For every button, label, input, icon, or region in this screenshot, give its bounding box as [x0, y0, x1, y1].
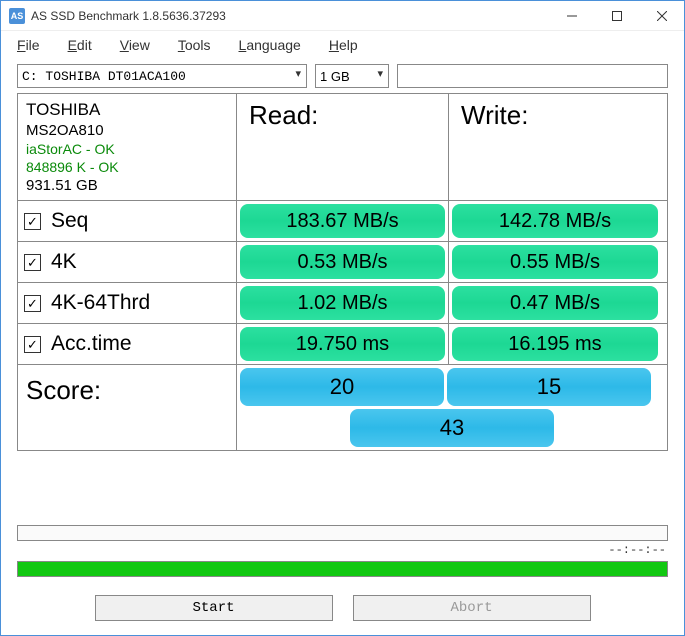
menu-file[interactable]: File — [17, 37, 40, 53]
row-4k64: ✓ 4K-64Thrd 1.02 MB/s 0.47 MB/s — [18, 283, 667, 324]
acc-read-value: 19.750 ms — [240, 327, 445, 361]
search-input[interactable] — [397, 64, 668, 88]
alignment-status: 848896 K - OK — [26, 159, 119, 175]
controls-row: C: TOSHIBA DT01ACA100 1 GB — [1, 59, 684, 93]
row-seq: ✓ Seq 183.67 MB/s 142.78 MB/s — [18, 201, 667, 242]
button-row: Start Abort — [1, 577, 684, 635]
4k-label: 4K — [51, 250, 77, 274]
device-model: MS2OA810 — [26, 122, 104, 139]
acc-checkbox[interactable]: ✓ — [24, 336, 41, 353]
overall-progress-bar — [17, 561, 668, 577]
seq-checkbox[interactable]: ✓ — [24, 213, 41, 230]
menu-view[interactable]: View — [120, 37, 150, 53]
seq-read-value: 183.67 MB/s — [240, 204, 445, 238]
titlebar[interactable]: AS AS SSD Benchmark 1.8.5636.37293 — [1, 1, 684, 31]
menu-language[interactable]: Language — [239, 37, 301, 53]
device-name: TOSHIBA — [26, 100, 100, 120]
menubar: File Edit View Tools Language Help — [1, 31, 684, 59]
progress-bar — [17, 525, 668, 541]
test-size-select[interactable]: 1 GB — [315, 64, 389, 88]
acc-write-value: 16.195 ms — [452, 327, 658, 361]
row-score: Score: 20 15 43 — [18, 365, 667, 450]
4k64-write-value: 0.47 MB/s — [452, 286, 658, 320]
4k64-label: 4K-64Thrd — [51, 291, 150, 315]
results-grid: TOSHIBA MS2OA810 iaStorAC - OK 848896 K … — [17, 93, 668, 451]
app-icon: AS — [9, 8, 25, 24]
score-write: 15 — [447, 368, 651, 406]
4k64-checkbox[interactable]: ✓ — [24, 295, 41, 312]
score-label: Score: — [18, 365, 237, 450]
row-acc: ✓ Acc.time 19.750 ms 16.195 ms — [18, 324, 667, 365]
close-button[interactable] — [639, 1, 684, 31]
abort-button: Abort — [353, 595, 591, 621]
driver-status: iaStorAC - OK — [26, 141, 115, 157]
minimize-icon — [567, 11, 577, 21]
device-info-cell: TOSHIBA MS2OA810 iaStorAC - OK 848896 K … — [18, 94, 237, 200]
4k-write-value: 0.55 MB/s — [452, 245, 658, 279]
maximize-button[interactable] — [594, 1, 639, 31]
4k-checkbox[interactable]: ✓ — [24, 254, 41, 271]
close-icon — [657, 11, 667, 21]
device-capacity: 931.51 GB — [26, 177, 98, 194]
elapsed-time: --:--:-- — [1, 543, 684, 559]
maximize-icon — [612, 11, 622, 21]
write-header: Write: — [449, 94, 661, 200]
window-title: AS SSD Benchmark 1.8.5636.37293 — [31, 9, 549, 23]
app-window: AS AS SSD Benchmark 1.8.5636.37293 File … — [0, 0, 685, 636]
read-header: Read: — [237, 94, 449, 200]
4k-read-value: 0.53 MB/s — [240, 245, 445, 279]
menu-help[interactable]: Help — [329, 37, 358, 53]
4k64-read-value: 1.02 MB/s — [240, 286, 445, 320]
start-button[interactable]: Start — [95, 595, 333, 621]
4k-label-cell: ✓ 4K — [18, 242, 237, 282]
seq-write-value: 142.78 MB/s — [452, 204, 658, 238]
seq-label: Seq — [51, 209, 88, 233]
row-4k: ✓ 4K 0.53 MB/s 0.55 MB/s — [18, 242, 667, 283]
seq-label-cell: ✓ Seq — [18, 201, 237, 241]
minimize-button[interactable] — [549, 1, 594, 31]
drive-select[interactable]: C: TOSHIBA DT01ACA100 — [17, 64, 307, 88]
score-read: 20 — [240, 368, 444, 406]
menu-edit[interactable]: Edit — [68, 37, 92, 53]
4k64-label-cell: ✓ 4K-64Thrd — [18, 283, 237, 323]
acc-label-cell: ✓ Acc.time — [18, 324, 237, 364]
acc-label: Acc.time — [51, 332, 132, 356]
score-total: 43 — [350, 409, 554, 447]
score-area: 20 15 43 — [237, 365, 667, 450]
menu-tools[interactable]: Tools — [178, 37, 211, 53]
